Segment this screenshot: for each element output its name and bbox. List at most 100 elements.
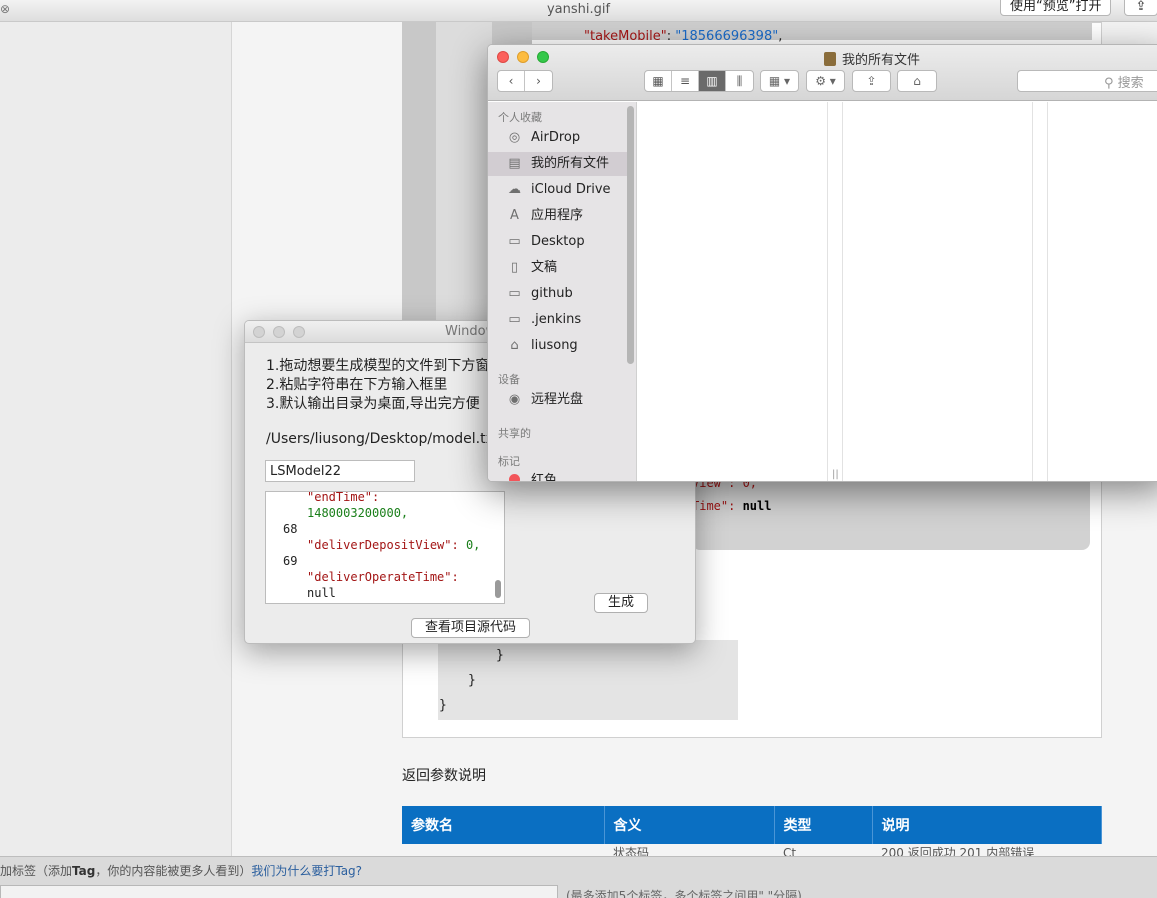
search-input[interactable]: ⚲ 搜索 bbox=[1017, 70, 1157, 92]
tag-input[interactable] bbox=[0, 885, 558, 898]
sidebar-item-label: 我的所有文件 bbox=[531, 156, 610, 171]
arrange-icon: ▦ ▾ bbox=[768, 74, 791, 88]
tag-hint: (最多添加5个标签，多个标签之间用","分隔) bbox=[566, 889, 802, 898]
json-value: "18566696398" bbox=[675, 29, 779, 44]
json-value: null bbox=[307, 586, 336, 600]
sidebar-item-tag-red[interactable]: 红色 bbox=[488, 469, 628, 481]
column-divider[interactable] bbox=[827, 102, 828, 481]
table-header-cell: 参数名 bbox=[402, 806, 605, 844]
code-line: "takeMobile": "18566696398", bbox=[584, 29, 783, 44]
instruction-line: 2.粘贴字符串在下方输入框里 bbox=[266, 377, 448, 393]
tag-button[interactable]: ⌂ bbox=[897, 70, 937, 92]
sidebar-item-remote-disc[interactable]: ◉ 远程光盘 bbox=[488, 388, 628, 412]
share-button[interactable]: ⇪ bbox=[852, 70, 891, 92]
zoom-icon[interactable] bbox=[537, 51, 549, 63]
share-icon[interactable]: ⇪ bbox=[1124, 0, 1157, 16]
arrange-button[interactable]: ▦ ▾ bbox=[760, 70, 799, 92]
instruction-line: 3.默认输出目录为桌面,导出完方便 bbox=[266, 396, 480, 412]
return-params-title: 返回参数说明 bbox=[402, 768, 486, 784]
sidebar-item-airdrop[interactable]: ◎ AirDrop bbox=[488, 126, 628, 150]
model-name-input[interactable] bbox=[265, 460, 415, 482]
sidebar-item-label: iCloud Drive bbox=[531, 182, 611, 197]
disc-icon: ◉ bbox=[508, 392, 521, 407]
column-resize-handle[interactable]: || bbox=[832, 469, 839, 480]
json-input-textarea[interactable]: "endTime": 1480003200000, 68 "deliverDep… bbox=[265, 491, 505, 604]
sidebar-item-label: Desktop bbox=[531, 234, 585, 249]
sidebar-item-desktop[interactable]: ▭ Desktop bbox=[488, 230, 628, 254]
sidebar-item-label: 应用程序 bbox=[531, 208, 584, 223]
code-brace: } bbox=[439, 698, 447, 713]
applications-icon: A bbox=[510, 208, 519, 223]
json-key: "deliverDepositView": bbox=[307, 538, 459, 552]
search-icon: ⚲ bbox=[1104, 76, 1118, 91]
sidebar-item-documents[interactable]: ▯ 文稿 bbox=[488, 256, 628, 280]
json-key: "takeMobile" bbox=[584, 29, 667, 44]
close-icon[interactable] bbox=[497, 51, 509, 63]
view-source-button[interactable]: 查看项目源代码 bbox=[411, 618, 530, 638]
back-icon[interactable]: ‹ bbox=[498, 71, 525, 91]
table-header-cell: 类型 bbox=[774, 806, 873, 844]
sidebar-item-label: 远程光盘 bbox=[531, 392, 584, 407]
action-button[interactable]: ⚙ ▾ bbox=[806, 70, 845, 92]
textarea-scrollbar[interactable] bbox=[495, 580, 501, 598]
code-fragment: Time": null bbox=[692, 499, 771, 513]
sidebar-scrollbar[interactable] bbox=[627, 106, 634, 364]
nav-buttons: ‹ › bbox=[497, 70, 553, 92]
folder-icon: ▭ bbox=[508, 286, 521, 301]
finder-title-text: 我的所有文件 bbox=[842, 53, 921, 68]
icon-view-icon[interactable]: ▦ bbox=[645, 71, 672, 91]
sidebar-item-label: .jenkins bbox=[531, 312, 582, 327]
column-divider[interactable] bbox=[1047, 102, 1048, 481]
finder-window: 我的所有文件 ‹ › ▦ ≡ ▥ ⫼ ▦ ▾ ⚙ ▾ ⇪ ⌂ ⚲ 搜索 个人收藏… bbox=[487, 44, 1157, 482]
sidebar-item-applications[interactable]: A 应用程序 bbox=[488, 204, 628, 228]
minimize-icon[interactable] bbox=[517, 51, 529, 63]
tag-icon: ⌂ bbox=[913, 74, 921, 88]
tag-prefix: 加标签（添加 bbox=[0, 864, 73, 878]
sidebar-section-devices: 设备 bbox=[498, 373, 520, 386]
cover-flow-icon[interactable]: ⫼ bbox=[726, 71, 753, 91]
json-value: null bbox=[742, 499, 772, 513]
sidebar-item-label: AirDrop bbox=[531, 130, 581, 145]
forward-icon[interactable]: › bbox=[525, 71, 552, 91]
sidebar-item-jenkins[interactable]: ▭ .jenkins bbox=[488, 308, 628, 332]
code-brace: } bbox=[496, 648, 504, 663]
all-files-icon: ▤ bbox=[508, 156, 521, 171]
table-header-cell: 说明 bbox=[872, 806, 1102, 844]
list-view-icon[interactable]: ≡ bbox=[672, 71, 699, 91]
json-key: Time": bbox=[692, 499, 743, 513]
preview-title: yanshi.gif bbox=[546, 2, 611, 17]
line-number: 69 bbox=[283, 554, 298, 568]
tag-suffix: ，你的内容能被更多人看到） bbox=[95, 864, 252, 878]
sidebar-item-label: liusong bbox=[531, 338, 578, 353]
finder-titlebar: 我的所有文件 ‹ › ▦ ≡ ▥ ⫼ ▦ ▾ ⚙ ▾ ⇪ ⌂ ⚲ 搜索 bbox=[488, 45, 1157, 101]
json-value: 0, bbox=[465, 538, 481, 552]
sidebar-item-icloud[interactable]: ☁ iCloud Drive bbox=[488, 178, 628, 202]
why-tag-link[interactable]: 我们为什么要打Tag? bbox=[251, 864, 362, 878]
table-header-row: 参数名 含义 类型 说明 bbox=[402, 806, 1102, 844]
sidebar-item-github[interactable]: ▭ github bbox=[488, 282, 628, 306]
airdrop-icon: ◎ bbox=[508, 130, 521, 145]
zoom-icon[interactable] bbox=[293, 326, 305, 338]
search-placeholder: 搜索 bbox=[1117, 76, 1144, 91]
sidebar-item-home[interactable]: ⌂ liusong bbox=[488, 334, 628, 358]
instruction-line: 1.拖动想要生成模型的文件到下方窗 bbox=[266, 358, 490, 374]
json-line: "deliverDepositView": 0, bbox=[307, 538, 480, 552]
open-with-preview-button[interactable]: 使用“预览”打开 bbox=[1000, 0, 1112, 16]
tag-instructions: 加标签（添加Tag，你的内容能被更多人看到）我们为什么要打Tag? bbox=[0, 862, 362, 879]
return-params-table: 参数名 含义 类型 说明 状态码 Ct 200 返回成功 201 内部错误 bbox=[402, 806, 1102, 861]
output-path: /Users/liusong/Desktop/model.txt bbox=[266, 431, 500, 447]
json-key: "endTime": bbox=[307, 491, 380, 504]
line-number: 68 bbox=[283, 522, 298, 536]
preview-titlebar: ⊗ yanshi.gif 使用“预览”打开 ⇪ bbox=[0, 0, 1157, 22]
cloud-icon: ☁ bbox=[508, 182, 521, 197]
close-icon[interactable] bbox=[253, 326, 265, 338]
all-files-icon bbox=[824, 52, 836, 66]
generate-button[interactable]: 生成 bbox=[594, 593, 648, 613]
minimize-icon[interactable] bbox=[273, 326, 285, 338]
column-view-icon[interactable]: ▥ bbox=[699, 71, 726, 91]
column-divider[interactable] bbox=[1032, 102, 1033, 481]
sidebar-item-all-files[interactable]: ▤ 我的所有文件 bbox=[488, 152, 628, 176]
finder-title: 我的所有文件 bbox=[824, 49, 920, 68]
sidebar-section-tags: 标记 bbox=[498, 455, 520, 468]
column-divider[interactable] bbox=[842, 102, 843, 481]
